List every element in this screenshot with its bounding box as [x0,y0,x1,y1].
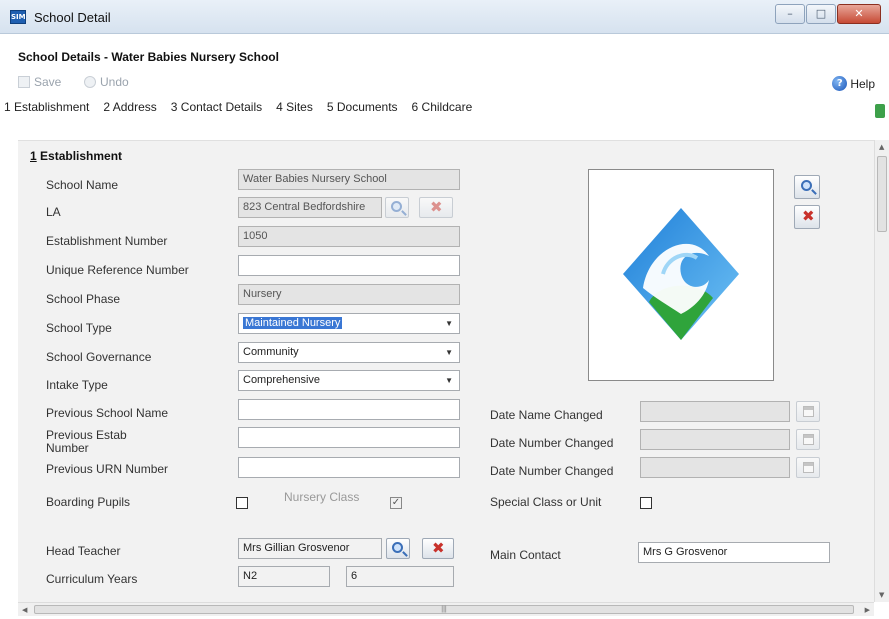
tab-childcare[interactable]: 6 Childcare [412,100,473,114]
logo-delete-button[interactable]: ✖ [794,205,820,229]
horizontal-scroll-thumb[interactable]: ||| [34,605,854,614]
horizontal-scrollbar[interactable]: ◀ ||| ▶ [18,602,874,616]
date-name-changed-label: Date Name Changed [490,408,603,422]
school-name-field[interactable]: Water Babies Nursery School [238,169,460,190]
nursery-class-checkbox[interactable]: ✓ [390,497,402,509]
la-field[interactable]: 823 Central Bedfordshire [238,197,382,218]
page-title: School Details - Water Babies Nursery Sc… [18,50,279,64]
close-button[interactable]: ✕ [837,4,881,24]
delete-icon: ✖ [430,198,443,216]
scroll-down-icon[interactable]: ▼ [879,591,884,599]
main-contact-field[interactable]: Mrs G Grosvenor [638,542,830,563]
urn-field[interactable] [238,255,460,276]
tab-documents[interactable]: 5 Documents [327,100,398,114]
curriculum-years-from-field[interactable]: N2 [238,566,330,587]
save-button[interactable]: Save [18,75,61,89]
head-teacher-clear-button[interactable]: ✖ [422,538,454,559]
logo-search-button[interactable] [794,175,820,199]
chevron-down-icon: ▼ [445,319,453,328]
vertical-scrollbar[interactable]: ▲ ▼ [874,140,889,602]
minimize-button[interactable]: – [775,4,805,24]
section-title: 1 Establishment [30,149,123,163]
establishment-number-label: Establishment Number [46,234,168,248]
undo-icon [84,76,96,88]
date-name-changed-field[interactable] [640,401,790,422]
help-button[interactable]: ? Help [832,76,875,91]
calendar-icon [803,434,814,445]
chevron-down-icon: ▼ [445,348,453,357]
date-number-changed-2-picker[interactable] [796,457,820,478]
school-type-select[interactable]: Maintained Nursery ▼ [238,313,460,334]
help-icon: ? [832,76,848,91]
calendar-icon [803,406,814,417]
school-governance-select[interactable]: Community ▼ [238,342,460,363]
scroll-up-icon[interactable]: ▲ [879,143,884,151]
head-teacher-field[interactable]: Mrs Gillian Grosvenor [238,538,382,559]
establishment-number-field[interactable]: 1050 [238,226,460,247]
tab-address[interactable]: 2 Address [103,100,156,114]
previous-estab-number-field[interactable] [238,427,460,448]
head-teacher-label: Head Teacher [46,544,121,558]
vertical-scroll-thumb[interactable] [877,156,887,232]
tab-contact-details[interactable]: 3 Contact Details [171,100,262,114]
previous-estab-number-label: Previous Estab Number [46,428,127,455]
head-teacher-search-button[interactable] [386,538,410,559]
nursery-class-label: Nursery Class [284,490,360,504]
delete-icon: ✖ [432,539,445,557]
search-icon [392,542,403,553]
window-titlebar: SIM School Detail – □ ✕ [0,0,889,34]
school-phase-field[interactable]: Nursery [238,284,460,305]
delete-icon: ✖ [802,207,815,225]
special-class-label: Special Class or Unit [490,495,602,509]
search-icon [391,201,402,212]
date-number-changed-picker[interactable] [796,429,820,450]
previous-urn-field[interactable] [238,457,460,478]
la-search-button[interactable] [385,197,409,218]
la-clear-button[interactable]: ✖ [419,197,453,218]
previous-school-name-label: Previous School Name [46,406,169,420]
search-icon [801,180,812,191]
boarding-pupils-label: Boarding Pupils [46,495,131,509]
school-governance-value: Community [243,346,299,358]
special-class-checkbox[interactable] [640,497,652,509]
scroll-left-icon[interactable]: ◀ [22,606,27,614]
previous-urn-label: Previous URN Number [46,462,169,476]
previous-school-name-field[interactable] [238,399,460,420]
main-contact-label: Main Contact [490,548,561,562]
chevron-down-icon: ▼ [445,376,453,385]
date-number-changed-field[interactable] [640,429,790,450]
urn-label: Unique Reference Number [46,263,189,277]
wave-logo-icon [623,208,739,340]
tab-sites[interactable]: 4 Sites [276,100,313,114]
maximize-button[interactable]: □ [806,4,836,24]
undo-button[interactable]: Undo [84,75,129,89]
curriculum-years-to-field[interactable]: 6 [346,566,454,587]
window-controls: – □ ✕ [774,4,881,24]
date-number-changed-label: Date Number Changed [490,436,614,450]
app-icon: SIM [10,10,26,24]
intake-type-select[interactable]: Comprehensive ▼ [238,370,460,391]
window-title: School Detail [34,10,111,25]
date-name-changed-picker[interactable] [796,401,820,422]
panel-toggle-icon[interactable] [875,104,885,118]
curriculum-years-label: Curriculum Years [46,572,138,586]
date-number-changed-2-label: Date Number Changed [490,464,614,478]
date-number-changed-2-field[interactable] [640,457,790,478]
save-icon [18,76,30,88]
scroll-right-icon[interactable]: ▶ [865,606,870,614]
la-label: LA [46,205,61,219]
school-phase-label: School Phase [46,292,121,306]
school-type-label: School Type [46,321,112,335]
school-name-label: School Name [46,178,119,192]
tab-bar: 1 Establishment 2 Address 3 Contact Deta… [4,100,472,114]
establishment-panel: 1 Establishment School Name LA Establish… [18,140,874,602]
school-governance-label: School Governance [46,350,152,364]
intake-type-label: Intake Type [46,378,108,392]
calendar-icon [803,462,814,473]
tab-establishment[interactable]: 1 Establishment [4,100,89,114]
intake-type-value: Comprehensive [243,374,321,386]
boarding-pupils-checkbox[interactable] [236,497,248,509]
school-logo-frame [588,169,774,381]
school-type-value: Maintained Nursery [243,317,343,329]
